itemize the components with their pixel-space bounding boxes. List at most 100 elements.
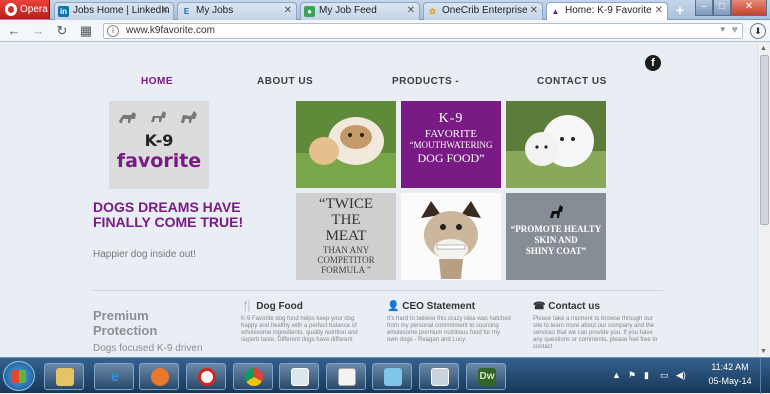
tab-label: OneCrib Enterprise — [442, 5, 528, 16]
flower-icon: ✿ — [429, 7, 436, 16]
notepad-icon — [338, 368, 356, 386]
facebook-icon[interactable]: f — [645, 55, 661, 71]
window-close-button[interactable]: ✕ — [731, 0, 767, 16]
contact-text: Please take a moment to browse through o… — [533, 316, 658, 350]
promo-tile-healthy-coat[interactable]: “PROMOTE HEALTY SKIN AND SHINY COAT” — [506, 193, 606, 280]
clock-date[interactable]: 05-May-14 — [705, 376, 755, 386]
close-icon[interactable]: ✕ — [407, 3, 415, 19]
tile-line: FORMULA ” — [321, 265, 371, 275]
taskbar-notepad[interactable] — [326, 363, 366, 390]
paint-icon — [384, 368, 402, 386]
tab-label: Jobs Home | LinkedIn — [73, 5, 170, 16]
tile-line: COMPETITOR — [317, 255, 375, 265]
opera-menu-button[interactable]: Opera — [0, 0, 50, 19]
show-desktop-button[interactable] — [760, 358, 770, 394]
tab-my-jobs[interactable]: E My Jobs ✕ — [177, 2, 297, 20]
tab-label: My Jobs — [196, 5, 234, 16]
volume-icon[interactable]: ◀) — [676, 370, 686, 381]
download-icon[interactable]: ⬇ — [750, 23, 766, 39]
taskbar-app-window[interactable] — [279, 363, 319, 390]
opera-logo-icon — [5, 3, 17, 16]
address-toolbar: ← → ↻ ▦ i www.k9favorite.com ▾ ♥ ⬇ — [0, 20, 770, 42]
scroll-up-icon[interactable]: ▲ — [760, 45, 767, 52]
tile-line: “MOUTHWATERING — [409, 140, 493, 150]
nav-home[interactable]: HOME — [141, 76, 173, 87]
url-text[interactable]: www.k9favorite.com — [126, 25, 215, 36]
growling-dog-photo — [401, 193, 501, 280]
scroll-down-icon[interactable]: ▼ — [760, 348, 767, 355]
taskbar-explorer[interactable] — [44, 363, 84, 390]
tab-my-job-feed[interactable]: ● My Job Feed ✕ — [300, 2, 420, 20]
tab-k9-favorite[interactable]: ▲ Home: K-9 Favorite ✕ — [546, 2, 668, 21]
windows-taskbar: e Dw ▲ ⚑ ▮ ▭ ◀) 11:42 AM 05-May-14 — [0, 357, 770, 394]
taskbar-dreamweaver[interactable]: Dw — [466, 363, 506, 390]
dog-food-heading-text: Dog Food — [256, 301, 303, 312]
tile-line: DOG FOOD” — [417, 151, 485, 165]
taskbar-ie[interactable]: e — [94, 363, 134, 390]
page-scrollbar[interactable]: ▲ ▼ — [757, 43, 770, 357]
dropdown-arrow-icon[interactable]: ▾ — [720, 24, 725, 35]
opera-icon — [198, 368, 216, 386]
forward-icon[interactable]: → — [30, 23, 46, 39]
site-logo[interactable]: K-9 favorite — [109, 101, 209, 189]
network-icon[interactable]: ▮ — [644, 370, 649, 381]
clock-time[interactable]: 11:42 AM — [705, 362, 755, 372]
tab-strip: Opera in Jobs Home | LinkedIn ✕ E My Job… — [0, 0, 770, 21]
premium-protection-sub: Dogs focused K-9 driven — [93, 343, 203, 354]
firefox-icon — [151, 368, 169, 386]
logo-text-k9: K-9 — [144, 131, 174, 150]
samoyed-dogs-photo — [506, 101, 606, 188]
tile-line: THE — [331, 212, 361, 228]
ceo-statement-heading-text: CEO Statement — [402, 301, 476, 312]
minimize-button[interactable]: – — [695, 0, 713, 16]
opera-menu-label: Opera — [20, 4, 48, 15]
speed-dial-icon[interactable]: ▦ — [78, 23, 94, 39]
address-bar[interactable]: i www.k9favorite.com ▾ ♥ — [103, 23, 743, 39]
person-icon: 👤 — [387, 301, 400, 312]
window-icon — [291, 368, 309, 386]
maximize-button[interactable]: □ — [713, 0, 731, 16]
tab-label: My Job Feed — [319, 5, 377, 16]
tab-linkedin[interactable]: in Jobs Home | LinkedIn ✕ — [54, 2, 174, 20]
tile-line: FAVORITE — [424, 128, 478, 140]
nav-products[interactable]: PRODUCTS - — [392, 76, 459, 87]
close-icon[interactable]: ✕ — [161, 3, 169, 19]
monitor-icon[interactable]: ▭ — [660, 370, 669, 381]
new-tab-button[interactable]: + — [672, 3, 688, 18]
show-hidden-icons-icon[interactable]: ▲ — [612, 370, 621, 380]
e-icon: E — [183, 7, 190, 16]
tile-line: THAN ANY — [322, 245, 370, 255]
taskbar-firefox[interactable] — [139, 363, 179, 390]
ceo-statement-text: It's hard to believe this crazy idea was… — [387, 316, 511, 343]
scroll-thumb[interactable] — [760, 55, 769, 225]
heart-icon[interactable]: ♥ — [731, 24, 738, 36]
dog-food-text: K-9 Favorite dog food helps keep your do… — [241, 316, 358, 343]
fork-knife-icon: 🍴 — [241, 301, 254, 312]
tile-line: “PROMOTE HEALTY — [510, 224, 602, 234]
taskbar-opera[interactable] — [186, 363, 226, 390]
taskbar-paint[interactable] — [372, 363, 412, 390]
taskbar-calculator[interactable] — [419, 363, 459, 390]
tab-onecrib[interactable]: ✿ OneCrib Enterprise ✕ — [423, 2, 543, 20]
nav-contact-us[interactable]: CONTACT US — [537, 76, 607, 87]
dog-food-heading: 🍴 Dog Food — [241, 301, 303, 312]
nav-about-us[interactable]: ABOUT US — [257, 76, 313, 87]
close-icon[interactable]: ✕ — [655, 3, 663, 19]
back-icon[interactable]: ← — [6, 23, 22, 39]
start-button[interactable] — [3, 361, 35, 391]
page-info-icon[interactable]: i — [107, 25, 119, 37]
taskbar-chrome[interactable] — [233, 363, 273, 390]
tile-line: SKIN AND — [534, 235, 578, 245]
reload-icon[interactable]: ↻ — [54, 23, 70, 39]
close-icon[interactable]: ✕ — [530, 3, 538, 19]
system-tray: ▲ ⚑ ▮ ▭ ◀) — [612, 363, 702, 389]
folder-icon — [56, 368, 74, 386]
promo-tile-k9-favorite[interactable]: K-9 FAVORITE “MOUTHWATERING DOG FOOD” — [401, 101, 501, 188]
tile-line: MEAT — [325, 228, 367, 244]
flag-icon[interactable]: ⚑ — [628, 370, 636, 381]
promo-tile-twice-the-meat[interactable]: “TWICE THE MEAT THAN ANY COMPETITOR FORM… — [296, 193, 396, 280]
bulldog-puppy-photo — [296, 101, 396, 188]
dog-silhouettes-icon — [119, 111, 197, 123]
tile-line: K-9 — [438, 111, 464, 126]
close-icon[interactable]: ✕ — [284, 3, 292, 19]
